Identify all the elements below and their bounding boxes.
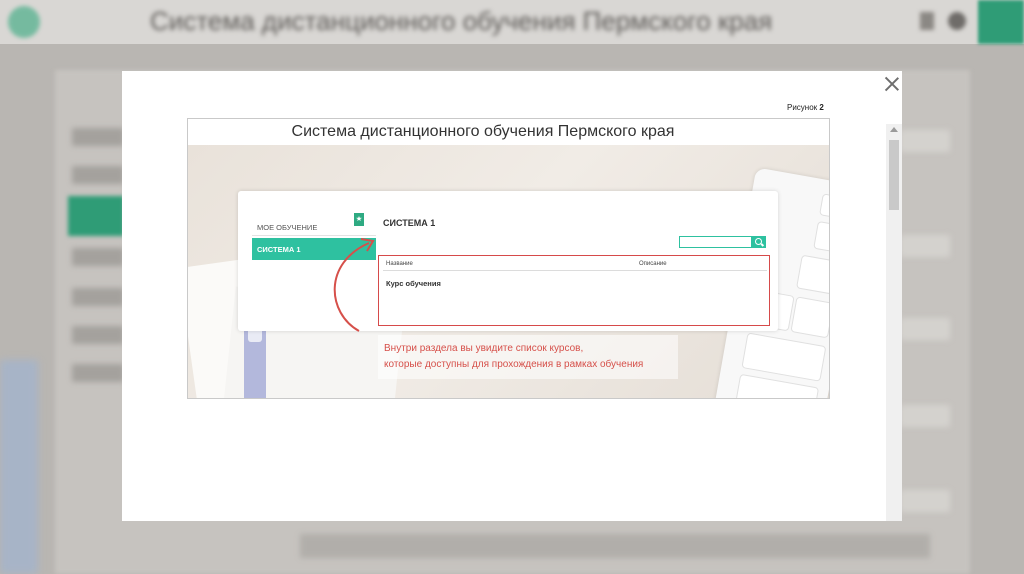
section-title: СИСТЕМА 1 xyxy=(383,218,436,228)
search-input xyxy=(679,236,752,248)
background-right-item xyxy=(900,318,950,340)
figure-caption: Рисунок 2 xyxy=(787,103,824,112)
background-right-item xyxy=(900,490,950,512)
background-sidebar-item xyxy=(72,166,124,184)
keyboard-key xyxy=(819,193,829,221)
background-icon xyxy=(920,12,934,30)
annotation-line: которые доступны для прохождения в рамка… xyxy=(384,359,644,370)
keyboard-key xyxy=(741,332,827,382)
modal-scrollbar[interactable] xyxy=(886,124,902,521)
background-right-item xyxy=(900,130,950,152)
background-right-item xyxy=(900,235,950,257)
table-header-divider xyxy=(383,270,767,271)
background-right-item xyxy=(900,405,950,427)
annotation-line: Внутри раздела вы увидите список курсов, xyxy=(384,343,584,354)
bookmark-icon xyxy=(354,213,364,226)
background-footer xyxy=(300,534,930,558)
keyboard-key xyxy=(790,296,829,339)
search-icon xyxy=(752,236,766,248)
figure-caption-number: 2 xyxy=(819,103,824,112)
background-left-panel xyxy=(0,360,38,574)
slide-image: МОЕ ОБУЧЕНИЕ СИСТЕМА 1 СИСТЕМА 1 Названи… xyxy=(187,118,830,399)
course-table: Название Описание Курс обучения xyxy=(378,255,770,326)
annotation-note: Внутри раздела вы увидите список курсов,… xyxy=(378,335,678,379)
background-icon xyxy=(948,12,966,30)
keyboard-key xyxy=(813,220,829,254)
background-sidebar-item-active xyxy=(68,196,124,236)
close-icon[interactable] xyxy=(884,76,900,92)
keyboard-key xyxy=(796,254,829,296)
scroll-up-icon[interactable] xyxy=(890,127,898,132)
background-sidebar-item xyxy=(72,248,124,266)
background-sidebar-item xyxy=(72,364,124,382)
background-sidebar-item xyxy=(72,326,124,344)
arrow-icon xyxy=(333,238,375,332)
desk-background: МОЕ ОБУЧЕНИЕ СИСТЕМА 1 СИСТЕМА 1 Названи… xyxy=(188,145,829,398)
background-menu-button xyxy=(978,0,1024,44)
background-title: Система дистанционного обучения Пермског… xyxy=(150,6,773,36)
column-header-description: Описание xyxy=(639,261,667,267)
background-sidebar-item xyxy=(72,128,124,146)
scroll-thumb[interactable] xyxy=(889,140,899,210)
background-sidebar-item xyxy=(72,288,124,306)
background-logo xyxy=(8,6,40,38)
figure-caption-prefix: Рисунок xyxy=(787,103,818,112)
lms-window: МОЕ ОБУЧЕНИЕ СИСТЕМА 1 СИСТЕМА 1 Названи… xyxy=(238,191,778,331)
slide-header: Система дистанционного обучения Пермског… xyxy=(188,119,829,145)
slide-title: Система дистанционного обучения Пермског… xyxy=(291,123,675,140)
